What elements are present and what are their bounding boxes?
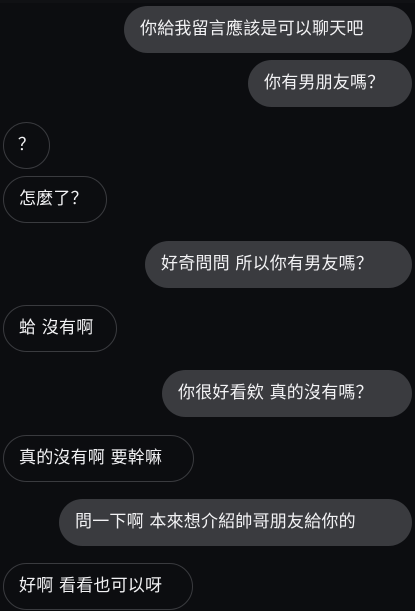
message-bubble-sent[interactable]: 問一下啊 本來想介紹帥哥朋友給你的 <box>59 499 412 546</box>
message-bubble-sent[interactable]: 你給我留言應該是可以聊天吧 <box>124 6 412 53</box>
message-text: 你很好看欸 真的沒有嗎？ <box>178 383 373 403</box>
message-bubble-received[interactable]: ？ <box>3 122 50 169</box>
message-bubble-sent[interactable]: 你很好看欸 真的沒有嗎？ <box>162 370 412 417</box>
message-bubble-received[interactable]: 真的沒有啊 要幹嘛 <box>3 435 194 482</box>
message-bubble-sent[interactable]: 好奇問問 所以你有男友嗎？ <box>145 241 412 288</box>
message-bubble-received[interactable]: 好啊 看看也可以呀 <box>3 563 193 610</box>
message-text: ？ <box>17 135 36 155</box>
top-edge <box>0 0 415 3</box>
message-text: 你有男朋友嗎？ <box>264 73 385 93</box>
message-text: 問一下啊 本來想介紹帥哥朋友給你的 <box>75 512 356 532</box>
message-text: 你給我留言應該是可以聊天吧 <box>140 19 364 39</box>
message-bubble-received[interactable]: 蛤 沒有啊 <box>3 305 117 352</box>
message-text: 蛤 沒有啊 <box>19 318 94 338</box>
message-text: 怎麼了？ <box>19 189 88 209</box>
message-text: 好啊 看看也可以呀 <box>19 576 163 596</box>
message-bubble-received[interactable]: 怎麼了？ <box>3 176 107 223</box>
chat-thread: 你給我留言應該是可以聊天吧 你有男朋友嗎？ ？ 怎麼了？ 好奇問問 所以你有男友… <box>0 0 415 611</box>
message-text: 真的沒有啊 要幹嘛 <box>19 448 163 468</box>
message-text: 好奇問問 所以你有男友嗎？ <box>161 254 374 274</box>
message-bubble-sent[interactable]: 你有男朋友嗎？ <box>248 60 412 107</box>
